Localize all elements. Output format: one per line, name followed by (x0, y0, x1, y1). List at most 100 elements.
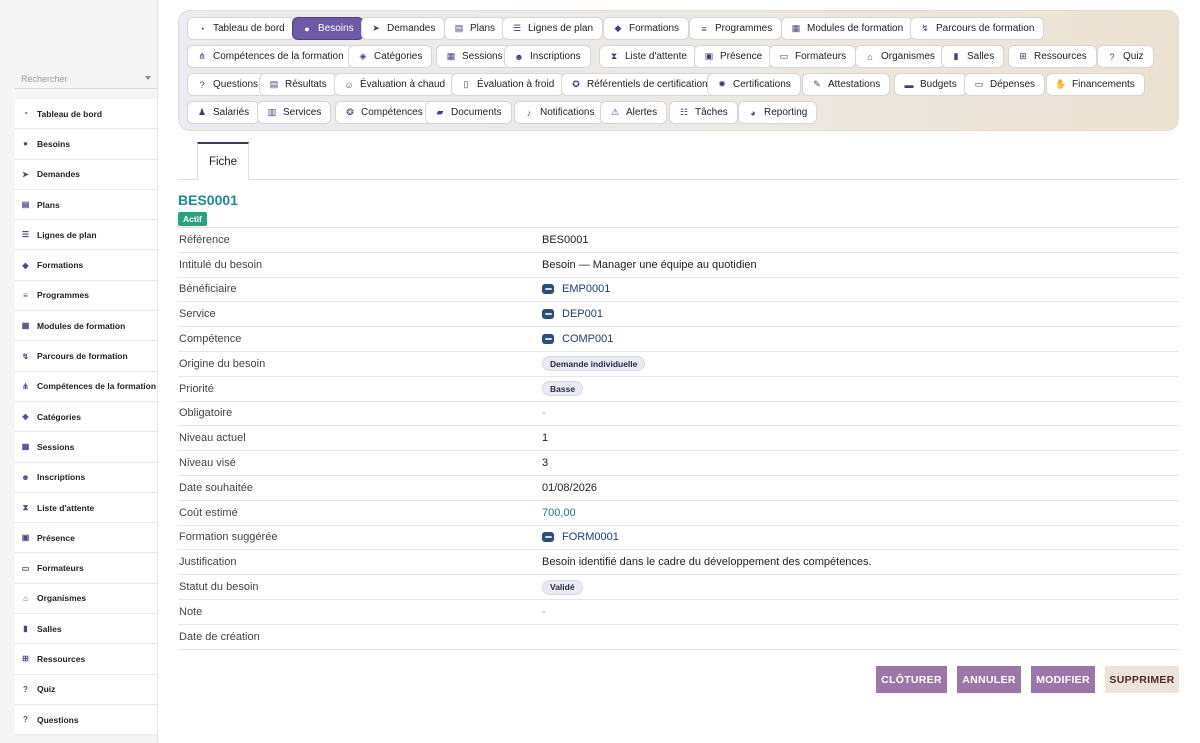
cloturer-button[interactable]: CLÔTURER (876, 666, 947, 693)
tab-competences-de-la-formation[interactable]: ⋔ Compétences de la formation (187, 45, 354, 68)
tab-questions[interactable]: ? Questions (187, 73, 269, 96)
tab-reporting[interactable]: ◕ Reporting (738, 101, 818, 124)
tab-inscriptions[interactable]: ☻ Inscriptions (504, 45, 591, 68)
field-link-text[interactable]: COMP001 (562, 333, 613, 345)
tab-sessions[interactable]: ▦ Sessions (436, 45, 513, 68)
tab-financements[interactable]: ✋ Financements (1046, 73, 1145, 96)
sidebar-item-inscriptions[interactable]: ☻ Inscriptions (15, 463, 157, 493)
sidebar-item-questions[interactable]: ? Questions (15, 705, 157, 736)
sidebar-item-organismes[interactable]: ⌂ Organismes (15, 584, 157, 615)
sidebar-item-plans[interactable]: ▤ Plans (15, 190, 157, 221)
tab-salaries[interactable]: ♟ Salariés (187, 101, 260, 124)
chalkboard-icon: ▭ (21, 563, 30, 573)
tab-label: Programmes (715, 23, 773, 34)
sidebar-item-ressources[interactable]: ⊞ Ressources (15, 644, 157, 675)
list-icon: ☰ (21, 230, 30, 240)
tab-programmes[interactable]: ≡ Programmes (689, 17, 783, 40)
tab-competences[interactable]: ❂ Compétences (335, 101, 433, 124)
record-link-icon[interactable] (542, 532, 554, 543)
field-link-service[interactable]: DEP001 (542, 308, 603, 320)
tab-besoins[interactable]: ● Besoins (292, 17, 364, 40)
chevron-down-icon[interactable] (145, 76, 151, 80)
tab-liste-d-attente[interactable]: ⧗ Liste d'attente (599, 45, 697, 68)
sidebar-item-liste-d-attente[interactable]: ⧗ Liste d'attente (15, 493, 157, 524)
tab-depenses[interactable]: ▭ Dépenses (964, 73, 1046, 96)
tab-budgets[interactable]: ▬ Budgets (894, 73, 967, 96)
field-link-beneficiaire[interactable]: EMP0001 (542, 283, 610, 295)
tab-taches[interactable]: ☷ Tâches (669, 101, 738, 124)
tab-categories[interactable]: ◈ Catégories (348, 45, 433, 68)
sidebar-item-programmes[interactable]: ≡ Programmes (15, 281, 157, 312)
tab-plans[interactable]: ▤ Plans (444, 17, 506, 40)
sidebar-item-salles[interactable]: ▮ Salles (15, 614, 157, 645)
tab-presence[interactable]: ▣ Présence (694, 45, 773, 68)
tab-label: Reporting (764, 107, 808, 118)
search-input[interactable] (15, 69, 135, 89)
field-link-text[interactable]: EMP0001 (562, 283, 610, 295)
tab-services[interactable]: ▥ Services (257, 101, 332, 124)
sidebar-item-besoins[interactable]: ● Besoins (15, 129, 157, 160)
paper-plane-icon: ➤ (22, 169, 29, 179)
sidebar-item-formations[interactable]: ◆ Formations (15, 250, 157, 281)
record-link-icon[interactable] (542, 334, 554, 345)
tab-organismes[interactable]: ⌂ Organismes (855, 45, 945, 68)
sidebar-item-quiz[interactable]: ? Quiz (15, 675, 157, 705)
tab-tableau-de-bord[interactable]: ◔ Tableau de bord (187, 17, 295, 40)
value-pill: Validé (542, 579, 583, 595)
tab-label: Organismes (881, 51, 935, 62)
record-link-icon[interactable] (542, 284, 554, 295)
supprimer-button[interactable]: SUPPRIMER (1105, 666, 1179, 693)
tab-formateurs[interactable]: ▭ Formateurs (769, 45, 857, 68)
clipboard-check-icon: ▣ (704, 51, 714, 61)
folder-icon: ▰ (436, 107, 444, 117)
tab-resultats[interactable]: ▤ Résultats (259, 73, 337, 96)
tab-fiche[interactable]: Fiche (197, 142, 249, 180)
sidebar-item-categories[interactable]: ◈ Catégories (15, 402, 157, 433)
tab-attestations[interactable]: ✎ Attestations (802, 73, 891, 96)
field-link-text[interactable]: DEP001 (562, 308, 603, 320)
tab-referentiels-de-certification[interactable]: ✪ Référentiels de certification (561, 73, 718, 96)
sidebar-item-presence[interactable]: ▣ Présence (15, 523, 157, 554)
tab-lignes-de-plan[interactable]: ☰ Lignes de plan (502, 17, 604, 40)
search-select[interactable] (15, 69, 157, 89)
tab-certifications[interactable]: ✹ Certifications (707, 73, 801, 96)
sidebar-item-label: Organismes (37, 593, 87, 604)
sidebar-item-sessions[interactable]: ▦ Sessions (15, 432, 157, 463)
tab-documents[interactable]: ▰ Documents (425, 101, 512, 124)
record-link-icon[interactable] (542, 309, 554, 320)
sidebar-item-label: Formateurs (37, 563, 84, 574)
tab-formations[interactable]: ◆ Formations (603, 17, 690, 40)
tab-ressources[interactable]: ⊞ Ressources (1008, 45, 1097, 68)
field-row-cout-estime: Coût estimé 700,00 (178, 501, 1179, 526)
sidebar-item-formateurs[interactable]: ▭ Formateurs (15, 553, 157, 584)
field-label: Obligatoire (179, 407, 233, 420)
sidebar-item-modules-de-formation[interactable]: ▦ Modules de formation (15, 311, 157, 342)
sidebar-item-demandes[interactable]: ➤ Demandes (15, 160, 157, 190)
field-label: Formation suggérée (179, 531, 278, 544)
tab-evaluation-a-froid[interactable]: ▯ Évaluation à froid (451, 73, 565, 96)
tab-evaluation-a-chaud[interactable]: ☺ Évaluation à chaud (334, 73, 456, 96)
annuler-button[interactable]: ANNULER (957, 666, 1021, 693)
field-value: - (542, 407, 546, 420)
tab-alertes[interactable]: ⚠ Alertes (600, 101, 668, 124)
user-icon: ♟ (197, 107, 207, 117)
sidebar-item-label: Questions (37, 714, 79, 725)
sidebar-item-lignes-de-plan[interactable]: ☰ Lignes de plan (15, 220, 157, 251)
field-link-formation-suggeree[interactable]: FORM0001 (542, 531, 619, 543)
user-plus-icon: ☻ (514, 51, 524, 62)
gauge-icon: ◔ (23, 109, 28, 119)
field-link-text[interactable]: FORM0001 (562, 531, 619, 543)
sidebar-item-parcours-de-formation[interactable]: ↯ Parcours de formation (15, 341, 157, 372)
sidebar-item-tableau-de-bord[interactable]: ◔ Tableau de bord (15, 99, 157, 130)
modifier-button[interactable]: MODIFIER (1031, 666, 1095, 693)
tab-demandes[interactable]: ➤ Demandes (361, 17, 446, 40)
tab-notifications[interactable]: ♪ Notifications (514, 101, 605, 124)
tab-quiz[interactable]: ? Quiz (1097, 45, 1154, 68)
tab-parcours-de-formation[interactable]: ↯ Parcours de formation (910, 17, 1045, 40)
field-link-competence[interactable]: COMP001 (542, 333, 613, 345)
sidebar-item-competences-de-la-formation[interactable]: ⋔ Compétences de la formation (15, 372, 157, 402)
field-value: - (542, 605, 546, 618)
tab-modules-de-formation[interactable]: ▦ Modules de formation (781, 17, 914, 40)
tab-salles[interactable]: ▮ Salles (941, 45, 1005, 68)
field-row-niveau-actuel: Niveau actuel 1 (178, 426, 1179, 452)
